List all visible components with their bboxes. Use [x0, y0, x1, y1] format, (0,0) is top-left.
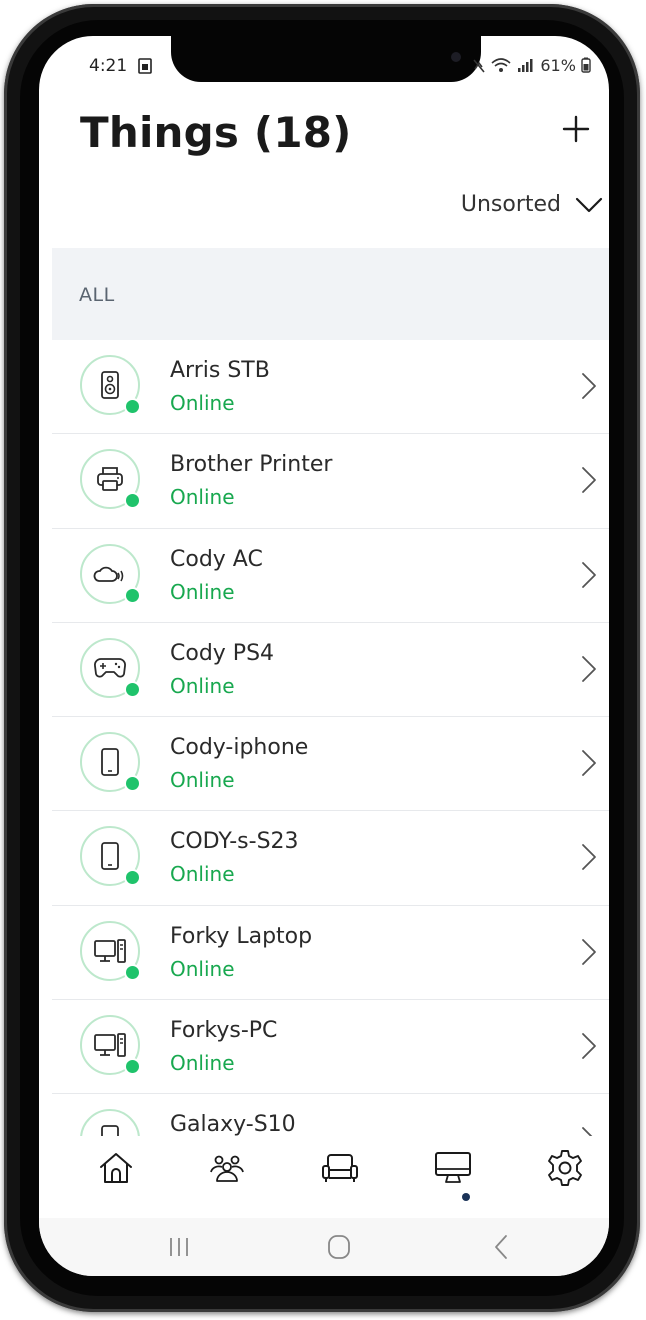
device-status: Online	[170, 862, 235, 887]
camera-notch	[171, 36, 481, 82]
chevron-right-icon	[582, 844, 596, 871]
active-tab-indicator	[462, 1193, 470, 1201]
device-name: Arris STB	[170, 358, 270, 383]
device-status: Online	[170, 579, 235, 604]
bottom-tab-bar	[52, 1136, 609, 1218]
phone-icon	[101, 842, 119, 871]
mute-icon	[473, 59, 485, 73]
android-nav-bar	[39, 1218, 609, 1276]
chevron-right-icon	[582, 561, 596, 588]
status-time: 4:21	[89, 56, 128, 76]
online-status-dot	[124, 1058, 141, 1076]
app-screen: 4:21 61% Things (18) Unsorted ALL Arris …	[39, 36, 609, 1276]
device-status: Online	[170, 768, 235, 793]
home-circle-icon[interactable]	[324, 1232, 354, 1262]
plus-icon[interactable]	[559, 112, 593, 146]
device-status: Online	[170, 1051, 235, 1076]
device-status: Online	[170, 956, 235, 981]
device-name: Cody-iphone	[170, 735, 309, 761]
device-list: Arris STB Online Brother Printer Online	[52, 340, 609, 1136]
device-name: Cody PS4	[170, 640, 275, 666]
desktop-icon	[94, 938, 126, 963]
online-status-dot	[124, 869, 141, 887]
front-camera	[451, 52, 461, 62]
section-header: ALL	[52, 248, 609, 340]
chevron-right-icon	[582, 373, 596, 399]
device-status: Online	[170, 673, 235, 698]
device-row[interactable]: Forkys-PC Online	[52, 1000, 609, 1095]
device-name: Brother Printer	[170, 452, 333, 478]
online-status-dot	[124, 775, 141, 793]
home-icon[interactable]	[96, 1148, 136, 1188]
phone-icon	[101, 1125, 119, 1136]
sofa-icon[interactable]	[320, 1148, 360, 1188]
page-title: Things (18)	[80, 108, 352, 157]
online-status-dot	[124, 586, 141, 604]
people-icon[interactable]	[207, 1148, 247, 1188]
sort-label: Unsorted	[460, 192, 561, 217]
device-name: CODY-s-S23	[170, 829, 299, 855]
device-row[interactable]: Cody PS4 Online	[52, 623, 609, 718]
device-icon-ring	[80, 1109, 140, 1136]
device-row[interactable]: Galaxy-S10	[52, 1094, 609, 1136]
battery-percent: 61%	[540, 56, 576, 75]
chevron-down-icon	[575, 197, 603, 212]
device-name: Galaxy-S10	[170, 1112, 296, 1136]
desktop-icon	[94, 1033, 126, 1057]
gamepad-icon	[94, 657, 126, 678]
chevron-right-icon	[582, 1127, 592, 1136]
chevron-right-icon	[582, 938, 596, 965]
sim-card-icon	[138, 58, 152, 74]
device-name: Cody AC	[170, 546, 263, 572]
device-name: Forkys-PC	[170, 1018, 278, 1044]
status-indicators: 61%	[473, 56, 591, 75]
phone-icon	[101, 748, 119, 777]
online-status-dot	[124, 963, 141, 981]
device-row[interactable]: Cody AC Online	[52, 529, 609, 623]
device-row[interactable]: Forky Laptop Online	[52, 906, 609, 1001]
cloud-wifi-icon	[93, 566, 124, 582]
device-row[interactable]: CODY-s-S23 Online	[52, 811, 609, 906]
monitor-icon[interactable]	[433, 1148, 473, 1188]
back-icon[interactable]	[487, 1232, 517, 1262]
chevron-right-icon	[582, 655, 596, 682]
speaker-icon	[101, 371, 119, 399]
device-status: Online	[170, 391, 235, 415]
device-row[interactable]: Cody-iphone Online	[52, 717, 609, 812]
chevron-right-icon	[582, 1033, 596, 1059]
signal-icon	[518, 59, 533, 72]
device-row[interactable]: Arris STB Online	[52, 340, 609, 435]
printer-icon	[97, 467, 123, 492]
device-name: Forky Laptop	[170, 923, 313, 949]
sort-dropdown[interactable]: Unsorted	[461, 192, 603, 217]
online-status-dot	[124, 680, 141, 698]
recents-icon[interactable]	[164, 1232, 194, 1262]
chevron-right-icon	[582, 750, 596, 777]
battery-icon	[581, 57, 591, 73]
device-row[interactable]: Brother Printer Online	[52, 434, 609, 529]
settings-gear-icon[interactable]	[545, 1148, 585, 1188]
wifi-icon	[491, 58, 511, 72]
online-status-dot	[124, 492, 141, 510]
online-status-dot	[124, 398, 141, 415]
device-status: Online	[170, 485, 235, 510]
section-label: ALL	[79, 284, 115, 306]
chevron-right-icon	[582, 467, 596, 494]
